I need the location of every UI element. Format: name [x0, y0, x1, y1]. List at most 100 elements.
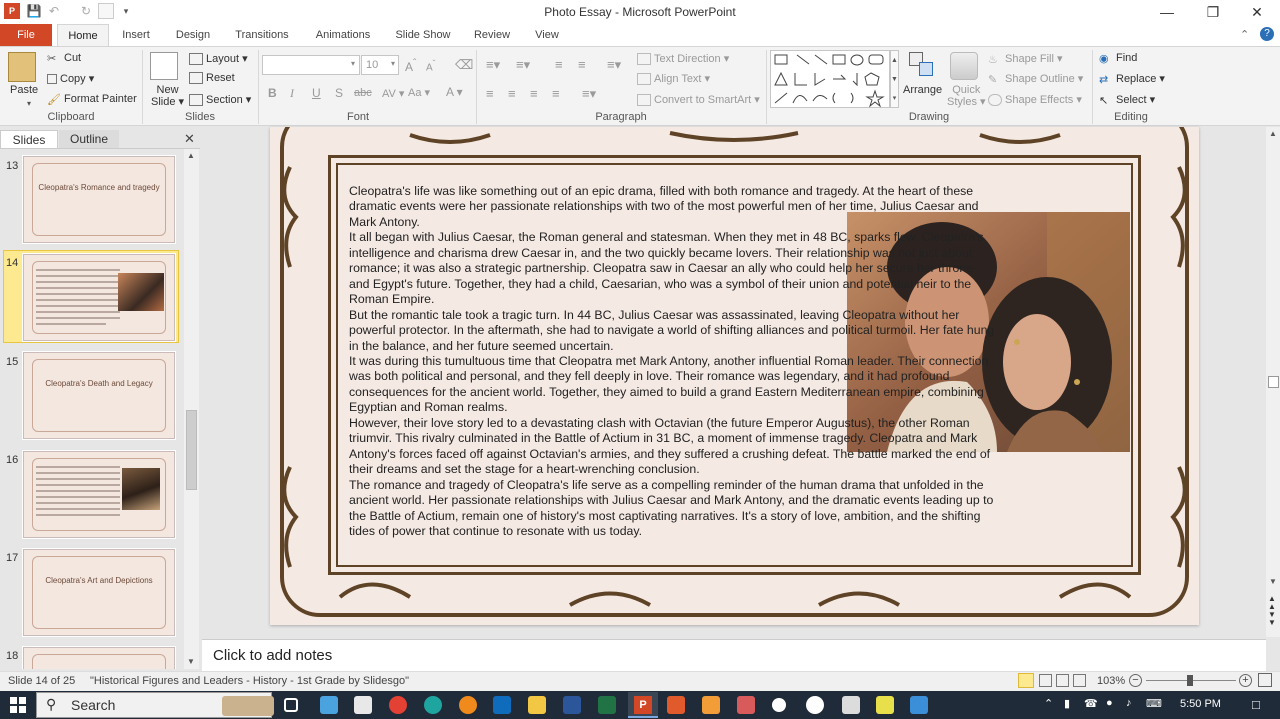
tab-slides[interactable]: Slides — [0, 130, 58, 148]
change-case-icon[interactable]: Aa ▾ — [408, 86, 430, 99]
new-slide-icon[interactable] — [150, 52, 178, 80]
panel-scroll-thumb[interactable] — [186, 410, 197, 490]
battery-icon[interactable]: ▮ — [1064, 697, 1070, 710]
quick-styles-button[interactable]: Quick Styles ▾ — [947, 84, 986, 108]
photos-icon[interactable] — [910, 696, 928, 714]
clear-formatting-icon[interactable]: ⌫ — [455, 57, 473, 73]
windows-start-icon[interactable] — [10, 697, 26, 713]
search-highlight-icon[interactable] — [222, 696, 274, 716]
file-explorer-icon[interactable] — [528, 696, 546, 714]
minimize-ribbon-icon[interactable]: ⌃ — [1240, 28, 1249, 41]
zoom-out-icon[interactable]: − — [1129, 674, 1142, 687]
slide-thumbnail-18[interactable] — [23, 647, 175, 669]
notes-pane[interactable] — [202, 639, 1266, 671]
next-slide-icon[interactable]: ▼ ▼ — [1268, 611, 1276, 627]
tab-slide-show[interactable]: Slide Show — [388, 24, 458, 46]
edge-icon[interactable] — [424, 696, 442, 714]
notes-placeholder[interactable]: Click to add notes — [213, 647, 332, 664]
tray-chevron-icon[interactable]: ⌃ — [1044, 697, 1053, 710]
word-icon[interactable] — [563, 696, 581, 714]
minimize-button[interactable]: — — [1144, 0, 1190, 24]
firefox-icon[interactable] — [459, 696, 477, 714]
arrange-button[interactable]: Arrange — [903, 84, 942, 96]
character-spacing-icon[interactable]: AV ▾ — [382, 87, 404, 100]
zoom-level[interactable]: 103% — [1097, 675, 1125, 687]
find-button[interactable]: ◉ Find — [1099, 52, 1137, 65]
panel-scrollbar[interactable] — [184, 149, 199, 669]
decrease-indent-icon[interactable]: ≡ — [555, 57, 563, 72]
shapes-more-icon[interactable]: ▲ ▼ ▾ — [890, 50, 899, 108]
language-icon[interactable]: ⌨ — [1146, 697, 1162, 710]
slide-thumbnail-17[interactable]: Cleopatra's Art and Depictions — [23, 549, 175, 636]
font-color-icon[interactable]: A ▾ — [446, 85, 463, 99]
powerpoint-taskbar-button[interactable]: P — [628, 692, 658, 718]
shrink-font-icon[interactable]: Aˇ — [426, 58, 435, 73]
tab-transitions[interactable]: Transitions — [226, 24, 298, 46]
reading-view-icon[interactable] — [1056, 674, 1069, 687]
smartart-button[interactable]: Convert to SmartArt ▾ — [637, 93, 760, 107]
grow-font-icon[interactable]: Aˆ — [405, 58, 416, 74]
close-panel-icon[interactable]: ✕ — [184, 131, 195, 147]
tab-home[interactable]: Home — [57, 24, 109, 46]
scroll-down-icon[interactable]: ▼ — [1269, 577, 1277, 586]
restore-button[interactable]: ❐ — [1190, 0, 1236, 24]
slide-sorter-icon[interactable] — [1039, 674, 1052, 687]
app2-icon[interactable] — [737, 696, 755, 714]
numbering-icon[interactable]: ≡▾ — [516, 57, 530, 73]
fit-to-window-icon[interactable] — [1258, 673, 1272, 687]
tab-view[interactable]: View — [526, 24, 568, 46]
tab-outline[interactable]: Outline — [59, 130, 119, 148]
monitor-app-icon[interactable] — [320, 696, 338, 714]
slide-thumbnail-16[interactable] — [23, 451, 175, 538]
paste-dropdown-icon[interactable]: ▾ — [27, 99, 31, 108]
font-family-combo[interactable]: ▾ — [262, 55, 360, 75]
shape-fill-button[interactable]: ♨ Shape Fill ▾ — [988, 52, 1063, 66]
underline-icon[interactable]: U — [312, 86, 321, 100]
text-direction-button[interactable]: Text Direction ▾ — [637, 52, 729, 66]
new-slide-button[interactable]: New Slide ▾ — [151, 84, 184, 108]
app3-icon[interactable] — [842, 696, 860, 714]
zoom-in-icon[interactable]: + — [1239, 674, 1252, 687]
slide-body-text[interactable]: Cleopatra's life was like something out … — [349, 184, 995, 539]
align-left-icon[interactable]: ≡ — [486, 86, 494, 101]
format-painter-button[interactable]: 🖌 Format Painter — [47, 93, 137, 106]
arrange-icon[interactable] — [909, 52, 935, 80]
mail-icon[interactable] — [493, 696, 511, 714]
shapes-gallery[interactable] — [770, 50, 890, 108]
italic-icon[interactable]: I — [290, 86, 294, 101]
paste-button[interactable]: Paste — [10, 84, 38, 96]
strikethrough-icon[interactable]: abc — [354, 87, 372, 99]
clock[interactable]: 5:50 PM — [1180, 698, 1221, 710]
quick-styles-icon[interactable] — [950, 52, 978, 80]
paste-icon[interactable] — [8, 52, 36, 82]
layout-button[interactable]: Layout ▾ — [189, 52, 248, 66]
chrome-icon[interactable] — [389, 696, 407, 714]
settings-gear-icon[interactable] — [772, 698, 786, 712]
wifi-icon[interactable]: ● — [1106, 697, 1113, 709]
tab-review[interactable]: Review — [466, 24, 518, 46]
slide-thumbnail-15[interactable]: Cleopatra's Death and Legacy — [23, 352, 175, 439]
tab-insert[interactable]: Insert — [113, 24, 159, 46]
align-center-icon[interactable]: ≡ — [508, 86, 516, 101]
tab-animations[interactable]: Animations — [307, 24, 379, 46]
align-text-button[interactable]: Align Text ▾ — [637, 72, 710, 86]
copy-button[interactable]: Copy ▾ — [47, 72, 94, 85]
previous-slide-icon[interactable]: ▲ ▲ — [1268, 595, 1276, 611]
tab-file[interactable]: File — [0, 24, 52, 46]
shape-outline-button[interactable]: ✎ Shape Outline ▾ — [988, 72, 1083, 86]
sublime-icon[interactable] — [702, 696, 720, 714]
bullets-icon[interactable]: ≡▾ — [486, 57, 500, 73]
section-button[interactable]: Section ▾ — [189, 93, 251, 107]
task-view-icon[interactable] — [284, 698, 298, 712]
app-icon[interactable] — [667, 696, 685, 714]
close-button[interactable]: ✕ — [1234, 0, 1280, 24]
scroll-up-icon[interactable]: ▲ — [187, 151, 195, 160]
slide-thumbnail-13[interactable]: Cleopatra's Romance and tragedy — [23, 156, 175, 243]
media-player-icon[interactable] — [806, 696, 824, 714]
font-size-combo[interactable]: 10 ▾ — [361, 55, 399, 75]
line-spacing-icon[interactable]: ≡▾ — [607, 57, 621, 73]
replace-button[interactable]: ⇄ Replace ▾ — [1099, 72, 1165, 86]
justify-icon[interactable]: ≡ — [552, 86, 560, 101]
align-right-icon[interactable]: ≡ — [530, 86, 538, 101]
shape-effects-button[interactable]: Shape Effects ▾ — [988, 93, 1082, 107]
